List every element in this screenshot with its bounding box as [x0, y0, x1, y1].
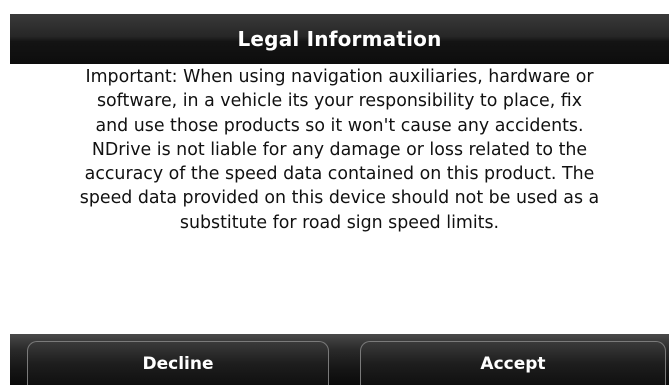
legal-text-line: and use those products so it won't cause…	[95, 115, 584, 136]
legal-text-line: substitute for road sign speed limits.	[179, 212, 500, 233]
accept-button-label: Accept	[480, 354, 546, 374]
decline-button[interactable]: Decline	[27, 341, 329, 385]
legal-dialog-screen: Legal Information Important: When using …	[10, 14, 669, 385]
decline-button-label: Decline	[142, 354, 214, 374]
legal-text-line: accuracy of the speed data contained on …	[84, 164, 595, 185]
legal-text-line: Important: When using navigation auxilia…	[85, 67, 594, 87]
accept-button[interactable]: Accept	[360, 341, 666, 385]
legal-text-line: NDrive is not liable for any damage or l…	[91, 139, 588, 160]
title-bar: Legal Information	[10, 14, 669, 64]
legal-text-line: speed data provided on this device shoul…	[79, 188, 600, 209]
dialog-title: Legal Information	[237, 27, 442, 51]
legal-text: Important: When using navigation auxilia…	[10, 64, 669, 235]
legal-text-line: software, in a vehicle its your responsi…	[96, 91, 582, 112]
button-bar: Decline Accept	[10, 334, 669, 385]
legal-text-area: Important: When using navigation auxilia…	[10, 64, 669, 334]
